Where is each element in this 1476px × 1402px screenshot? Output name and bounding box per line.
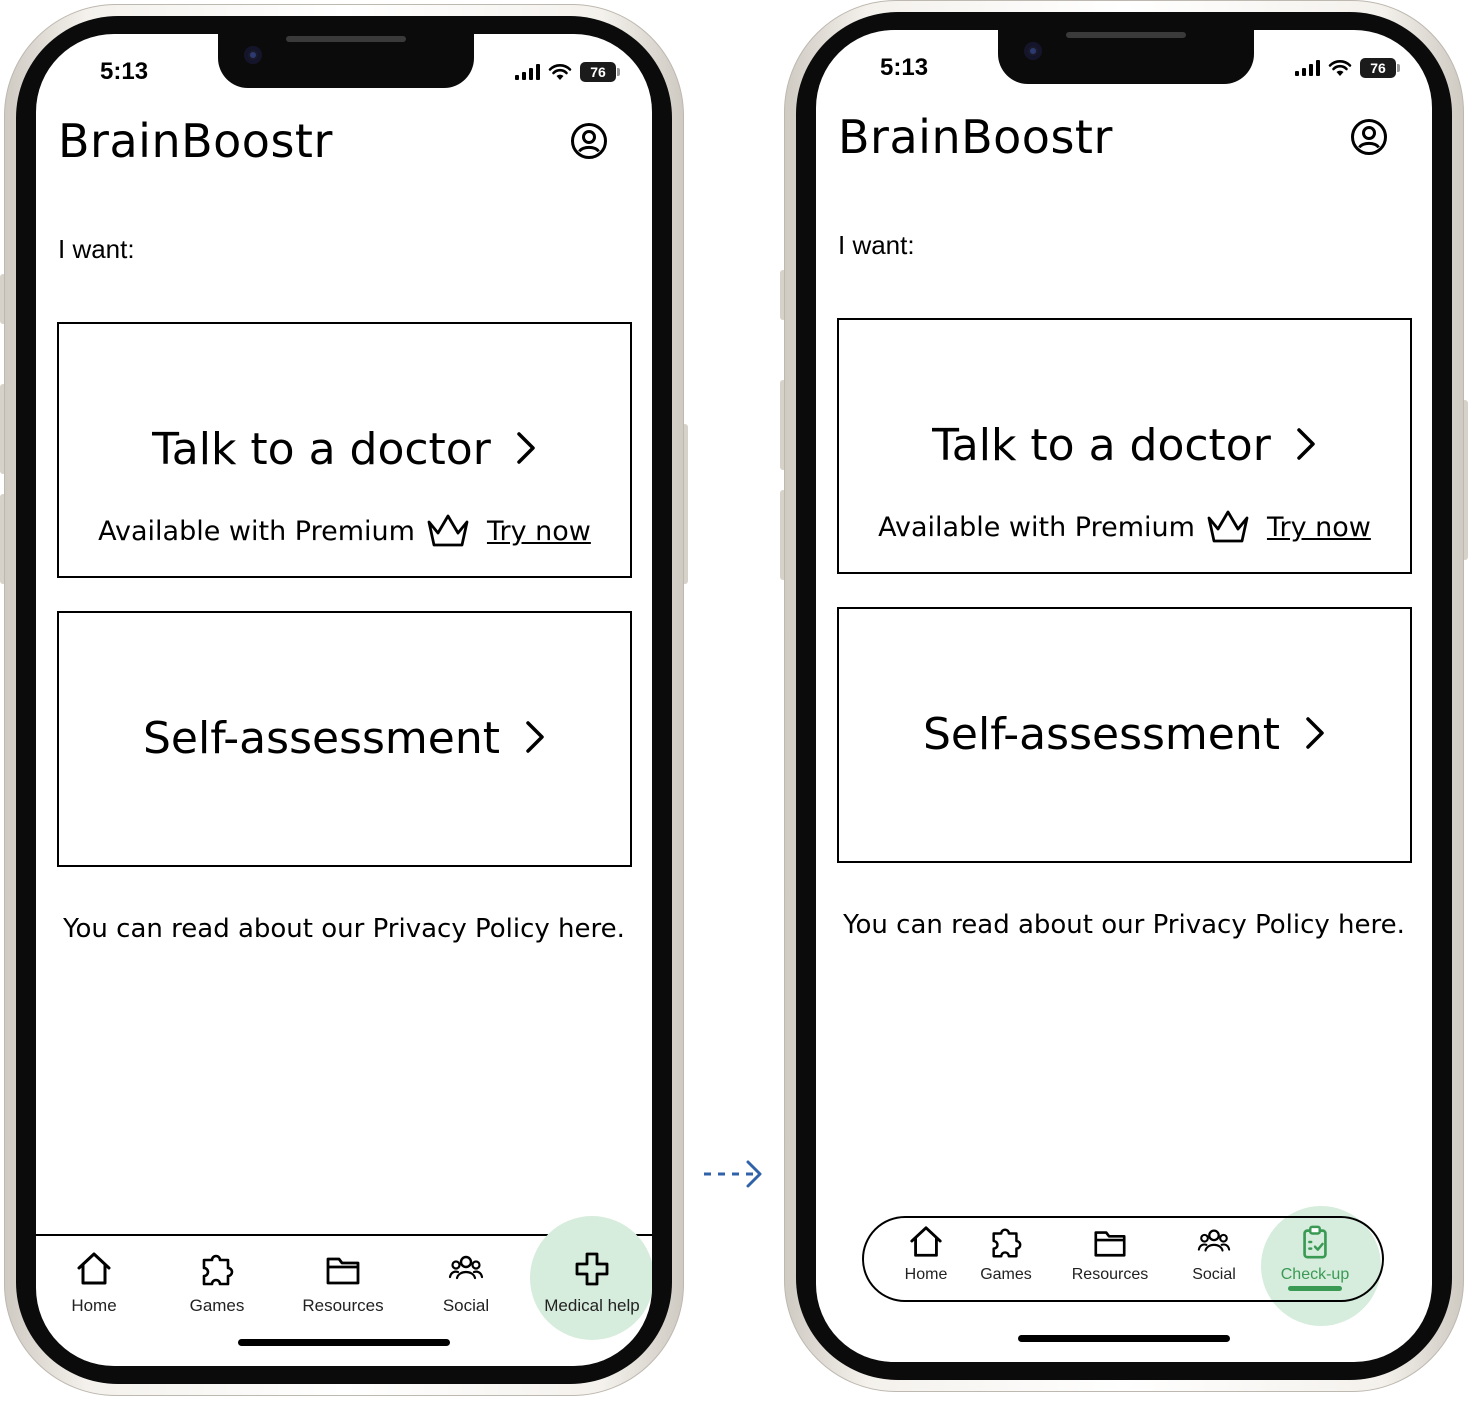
nav-home[interactable]: Home (60, 1250, 128, 1316)
folder-icon (326, 1257, 360, 1285)
self-assessment-card[interactable]: Self-assessment (837, 607, 1412, 863)
nav-label: Home (71, 1296, 117, 1315)
nav-home[interactable]: Home (888, 1224, 964, 1284)
chevron-right-icon (526, 721, 544, 753)
flow-arrow-icon (704, 1160, 762, 1188)
status-icons: 76 (515, 62, 620, 82)
camera-icon (244, 46, 262, 64)
nav-label: Check-up (1280, 1266, 1350, 1283)
camera-icon (1024, 42, 1042, 60)
try-now-link[interactable]: Try now (487, 516, 591, 547)
nav-check-up[interactable]: Check-up (1268, 1224, 1362, 1284)
home-icon (910, 1226, 942, 1257)
folder-icon (1094, 1231, 1126, 1257)
puzzle-icon (202, 1254, 234, 1286)
nav-label: Resources (1071, 1266, 1149, 1283)
medical-cross-icon (575, 1252, 609, 1286)
premium-text: Available with Premium (98, 515, 415, 547)
status-icons: 76 (1295, 58, 1400, 78)
people-icon (448, 1255, 484, 1280)
profile-icon[interactable] (1350, 118, 1388, 156)
home-icon (77, 1252, 111, 1285)
card-title-text: Talk to a doctor (932, 420, 1271, 471)
status-time: 5:13 (880, 54, 929, 81)
privacy-policy-link[interactable]: You can read about our Privacy Policy he… (36, 914, 652, 944)
nav-label: Medical help (544, 1296, 640, 1315)
chevron-right-icon (1306, 717, 1324, 749)
nav-resources[interactable]: Resources (1062, 1224, 1158, 1284)
nav-label: Social (442, 1296, 490, 1315)
premium-text: Available with Premium (878, 511, 1195, 543)
premium-line: Available with Premium Try now (839, 508, 1410, 546)
app-title: BrainBoostr (58, 114, 333, 168)
talk-to-doctor-card[interactable]: Talk to a doctor Available with Premium … (837, 318, 1412, 574)
puzzle-icon (992, 1228, 1022, 1258)
nav-games[interactable]: Games (182, 1250, 252, 1316)
phone-screen: 5:13 76 BrainBoostr I want: Talk to a do… (816, 30, 1432, 1362)
phone-after: 5:13 76 BrainBoostr I want: Talk to a do… (780, 0, 1468, 1392)
self-assessment-title: Self-assessment (839, 709, 1410, 760)
profile-icon[interactable] (570, 122, 608, 160)
self-assessment-card[interactable]: Self-assessment (57, 611, 632, 867)
battery-indicator: 76 (580, 62, 620, 82)
nav-label: Games (189, 1296, 245, 1315)
nav-label: Games (980, 1266, 1032, 1283)
app-title: BrainBoostr (838, 110, 1113, 164)
intro-label: I want: (58, 234, 135, 264)
nav-resources[interactable]: Resources (298, 1250, 388, 1316)
try-now-link[interactable]: Try now (1267, 512, 1371, 543)
talk-to-doctor-title: Talk to a doctor (839, 420, 1410, 471)
status-time: 5:13 (100, 58, 149, 85)
crown-icon (427, 514, 469, 547)
card-title-text: Talk to a doctor (152, 424, 491, 475)
self-assessment-title: Self-assessment (59, 713, 630, 764)
wifi-icon (1328, 60, 1352, 76)
speaker-grille (1066, 32, 1186, 38)
chevron-right-icon (1297, 428, 1315, 460)
premium-line: Available with Premium Try now (59, 512, 630, 550)
nav-label: Resources (302, 1296, 384, 1315)
nav-social[interactable]: Social (432, 1250, 500, 1316)
battery-indicator: 76 (1360, 58, 1400, 78)
home-indicator (1018, 1335, 1230, 1342)
speaker-grille (286, 36, 406, 42)
privacy-policy-link[interactable]: You can read about our Privacy Policy he… (816, 910, 1432, 940)
crown-icon (1207, 510, 1249, 543)
nav-label: Social (1192, 1266, 1236, 1283)
wifi-icon (548, 64, 572, 80)
card-title-text: Self-assessment (143, 713, 500, 764)
cellular-signal-icon (1295, 60, 1320, 76)
notch (998, 30, 1254, 84)
talk-to-doctor-card[interactable]: Talk to a doctor Available with Premium … (57, 322, 632, 578)
clipboard-check-icon (1303, 1225, 1327, 1259)
nav-label: Home (904, 1266, 948, 1283)
nav-social[interactable]: Social (1176, 1224, 1252, 1284)
cellular-signal-icon (515, 64, 540, 80)
intro-label: I want: (838, 230, 915, 260)
people-icon (1197, 1229, 1231, 1252)
phone-screen: 5:13 76 BrainBoostr I want: Talk to a do… (36, 34, 652, 1366)
nav-medical-help[interactable]: Medical help (536, 1250, 648, 1316)
nav-games[interactable]: Games (968, 1224, 1044, 1284)
chevron-right-icon (517, 432, 535, 464)
active-tab-indicator (1288, 1286, 1342, 1291)
home-indicator (238, 1339, 450, 1346)
card-title-text: Self-assessment (923, 709, 1280, 760)
talk-to-doctor-title: Talk to a doctor (59, 424, 630, 475)
notch (218, 34, 474, 88)
phone-before: 5:13 76 BrainBoostr I want: Talk to a do… (0, 4, 688, 1396)
